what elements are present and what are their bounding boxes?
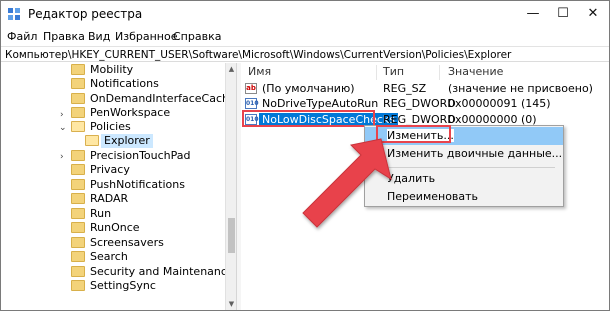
menu-edit[interactable]: Правка xyxy=(43,30,85,43)
column-header-type[interactable]: Тип xyxy=(383,63,404,81)
value-data: (значение не присвоено) xyxy=(448,82,593,95)
registry-editor-icon xyxy=(8,8,20,20)
registry-editor-window: Редактор реестра — ☐ ✕ Файл Правка Вид И… xyxy=(0,0,610,311)
annotation-highlight-value xyxy=(242,110,375,127)
key-tree: Mobility Notifications OnDemandInterface… xyxy=(1,63,235,310)
chevron-down-icon[interactable]: ⌄ xyxy=(59,123,67,133)
chevron-right-icon[interactable]: › xyxy=(60,152,64,162)
menu-separator xyxy=(385,167,555,168)
tree-item-label: Policies xyxy=(90,120,131,133)
folder-icon xyxy=(71,164,85,175)
folder-icon xyxy=(71,222,85,233)
tree-item-label: Privacy xyxy=(90,163,130,176)
tree-item-label: RADAR xyxy=(90,192,129,205)
value-name: (По умолчанию) xyxy=(262,82,355,95)
address-bar[interactable]: Компьютер\HKEY_CURRENT_USER\Software\Mic… xyxy=(1,46,609,62)
menu-view[interactable]: Вид xyxy=(88,30,110,43)
tree-item-label: PrecisionTouchPad xyxy=(90,149,191,162)
scrollbar-thumb[interactable] xyxy=(228,218,235,253)
annotation-arrow-icon xyxy=(302,138,392,228)
column-header-value[interactable]: Значение xyxy=(448,63,503,81)
tree-item-label: Run xyxy=(90,207,112,220)
column-divider[interactable] xyxy=(439,65,440,80)
binary-value-icon: 010 xyxy=(245,98,259,109)
folder-icon xyxy=(71,64,85,75)
menu-file[interactable]: Файл xyxy=(7,30,37,43)
folder-icon xyxy=(71,93,85,104)
minimize-button[interactable]: — xyxy=(518,1,548,28)
tree-item-label: SettingSync xyxy=(90,279,156,292)
folder-icon xyxy=(71,251,85,262)
value-data: 0x00000091 (145) xyxy=(448,97,551,110)
tree-item-label: Explorer xyxy=(101,134,153,148)
menu-bar: Файл Правка Вид Избранное Справка xyxy=(1,28,609,46)
value-type: REG_SZ xyxy=(383,82,427,95)
folder-open-icon xyxy=(85,135,99,146)
chevron-right-icon[interactable]: › xyxy=(60,110,64,120)
tree-item-label: Screensavers xyxy=(90,236,164,249)
folder-icon xyxy=(71,193,85,204)
folder-icon xyxy=(71,208,85,219)
folder-icon xyxy=(71,179,85,190)
folder-icon xyxy=(71,266,85,277)
tree-item-label: OnDemandInterfaceCache xyxy=(90,92,235,105)
maximize-button[interactable]: ☐ xyxy=(548,1,578,28)
close-button[interactable]: ✕ xyxy=(578,1,608,28)
menu-favorites[interactable]: Избранное xyxy=(115,30,177,43)
tree-item-label: Security and Maintenance xyxy=(90,265,234,278)
column-divider[interactable] xyxy=(376,65,377,80)
string-value-icon: ab xyxy=(245,83,257,94)
tree-item-label: PenWorkspace xyxy=(90,106,171,119)
tree-item-label: PushNotifications xyxy=(90,178,185,191)
value-name: NoDriveTypeAutoRun xyxy=(262,97,379,110)
tree-item-label: Search xyxy=(90,250,128,263)
title-bar[interactable]: Редактор реестра — ☐ ✕ xyxy=(1,1,609,28)
column-header-name[interactable]: Имя xyxy=(248,63,271,81)
folder-icon xyxy=(71,280,85,291)
value-row-nodrivetypeautorun[interactable]: 010 NoDriveTypeAutoRun REG_DWORD 0x00000… xyxy=(241,97,609,111)
menu-help[interactable]: Справка xyxy=(173,30,221,43)
folder-open-icon xyxy=(71,121,85,132)
value-row-default[interactable]: ab (По умолчанию) REG_SZ (значение не пр… xyxy=(241,82,609,96)
folder-icon xyxy=(71,237,85,248)
tree-item-label: Notifications xyxy=(90,77,159,90)
tree-item-label: Mobility xyxy=(90,63,134,76)
folder-icon xyxy=(71,150,85,161)
tree-item-label: RunOnce xyxy=(90,221,140,234)
window-title: Редактор реестра xyxy=(28,7,143,21)
folder-icon xyxy=(71,78,85,89)
value-type: REG_DWORD xyxy=(383,97,456,110)
folder-icon xyxy=(71,107,85,118)
